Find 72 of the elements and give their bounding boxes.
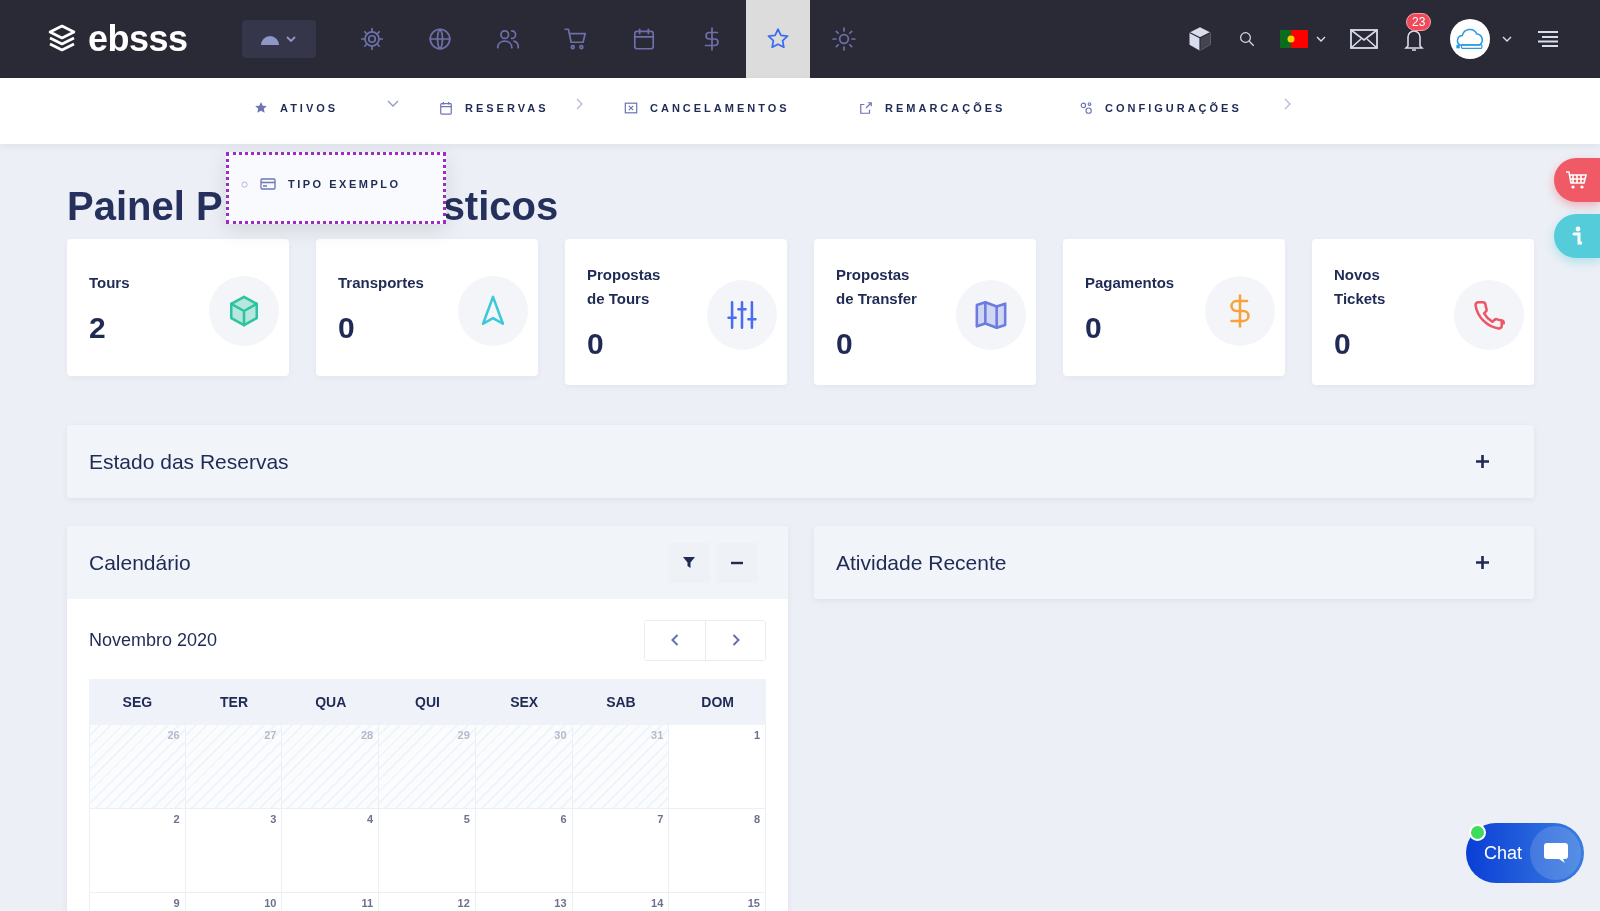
- search-icon[interactable]: [1238, 30, 1256, 48]
- card-value: 0: [1334, 327, 1352, 361]
- minus-icon: [731, 560, 743, 565]
- day-cell[interactable]: 6: [475, 809, 573, 893]
- cart-icon: [1565, 170, 1589, 190]
- panel-title: Atividade Recente: [836, 550, 1007, 575]
- info-tab[interactable]: [1554, 214, 1600, 258]
- chat-bubble-icon: [1542, 841, 1569, 865]
- notification-badge: 23: [1406, 13, 1432, 31]
- mail-icon[interactable]: [1350, 29, 1378, 49]
- close-square-icon: [624, 101, 638, 115]
- weekday-header: DOM: [700, 694, 735, 710]
- subnav-link[interactable]: CANCELAMENTOS: [650, 102, 790, 114]
- weekday-header: TER: [219, 694, 250, 710]
- avatar[interactable]: [1450, 19, 1490, 59]
- weekday-header: QUI: [414, 694, 441, 710]
- dashboard-dropdown-button[interactable]: [242, 20, 316, 58]
- portugal-flag-icon[interactable]: [1280, 30, 1308, 48]
- subnav-link[interactable]: RESERVAS: [465, 102, 549, 114]
- info-icon: [1572, 226, 1582, 246]
- cart-tab[interactable]: [1554, 158, 1600, 202]
- chevron-right-icon[interactable]: [576, 98, 584, 110]
- plus-icon[interactable]: [1476, 455, 1489, 468]
- subnav-link[interactable]: REMARCAÇÕES: [885, 102, 1006, 114]
- weekday-header: SEX: [509, 694, 540, 710]
- day-cell[interactable]: 8: [669, 809, 766, 893]
- share-icon: [859, 101, 873, 115]
- weekday-header: SEG: [121, 694, 154, 710]
- bullet-icon: [241, 180, 248, 188]
- card-label: Propostas de Transfer: [836, 265, 917, 309]
- subnav-link[interactable]: ATIVOS: [280, 102, 339, 114]
- month-label: Novembro 2020: [89, 629, 218, 651]
- dropdown-item[interactable]: TIPO EXEMPLO: [288, 178, 401, 190]
- card-label: Pagamentos: [1085, 272, 1175, 293]
- star-icon: [254, 101, 268, 115]
- calendar-icon: [439, 101, 453, 115]
- page-title: Painel P: [67, 183, 223, 229]
- weekday-header: QUA: [314, 694, 348, 710]
- gears-icon: [1079, 101, 1093, 115]
- panel-title: Calendário: [89, 550, 191, 575]
- card-value: 0: [338, 310, 356, 345]
- day-cell[interactable]: 4: [282, 809, 380, 893]
- chat-button[interactable]: Chat: [1466, 823, 1584, 883]
- card-label: Tours: [89, 272, 130, 293]
- card-value: 0: [1085, 310, 1103, 345]
- day-cell[interactable]: 9: [89, 893, 186, 911]
- chevron-down-icon[interactable]: [387, 100, 399, 108]
- subnav-link[interactable]: CONFIGURAÇÕES: [1105, 102, 1242, 114]
- filter-icon: [683, 556, 695, 569]
- panel-title: Estado das Reservas: [89, 449, 289, 474]
- card-value: 0: [587, 327, 605, 361]
- logo-text: ebsss: [88, 18, 188, 60]
- page-title: sticos: [442, 183, 559, 229]
- chevron-right-icon[interactable]: [1283, 98, 1292, 110]
- day-cell[interactable]: 3: [185, 809, 283, 893]
- card-label: Novos Tickets: [1334, 265, 1386, 309]
- card-label: Transportes: [338, 272, 424, 293]
- credit-card-icon: [260, 178, 276, 190]
- day-cell[interactable]: 2: [89, 809, 186, 893]
- weekday-header: SAB: [605, 694, 637, 710]
- day-cell[interactable]: 5: [379, 809, 476, 893]
- caret-icon[interactable]: [1502, 36, 1512, 42]
- card-label: Propostas de Tours: [587, 265, 661, 309]
- chevron-left-icon: [671, 634, 679, 646]
- day-cell[interactable]: 1: [669, 725, 766, 809]
- card-value: 0: [836, 327, 854, 361]
- plus-icon[interactable]: [1476, 556, 1489, 569]
- chevron-right-icon: [731, 634, 740, 646]
- card-value: 2: [89, 310, 107, 345]
- day-cell[interactable]: 7: [572, 809, 670, 893]
- menu-icon[interactable]: [1536, 30, 1560, 48]
- caret-icon[interactable]: [1316, 36, 1326, 42]
